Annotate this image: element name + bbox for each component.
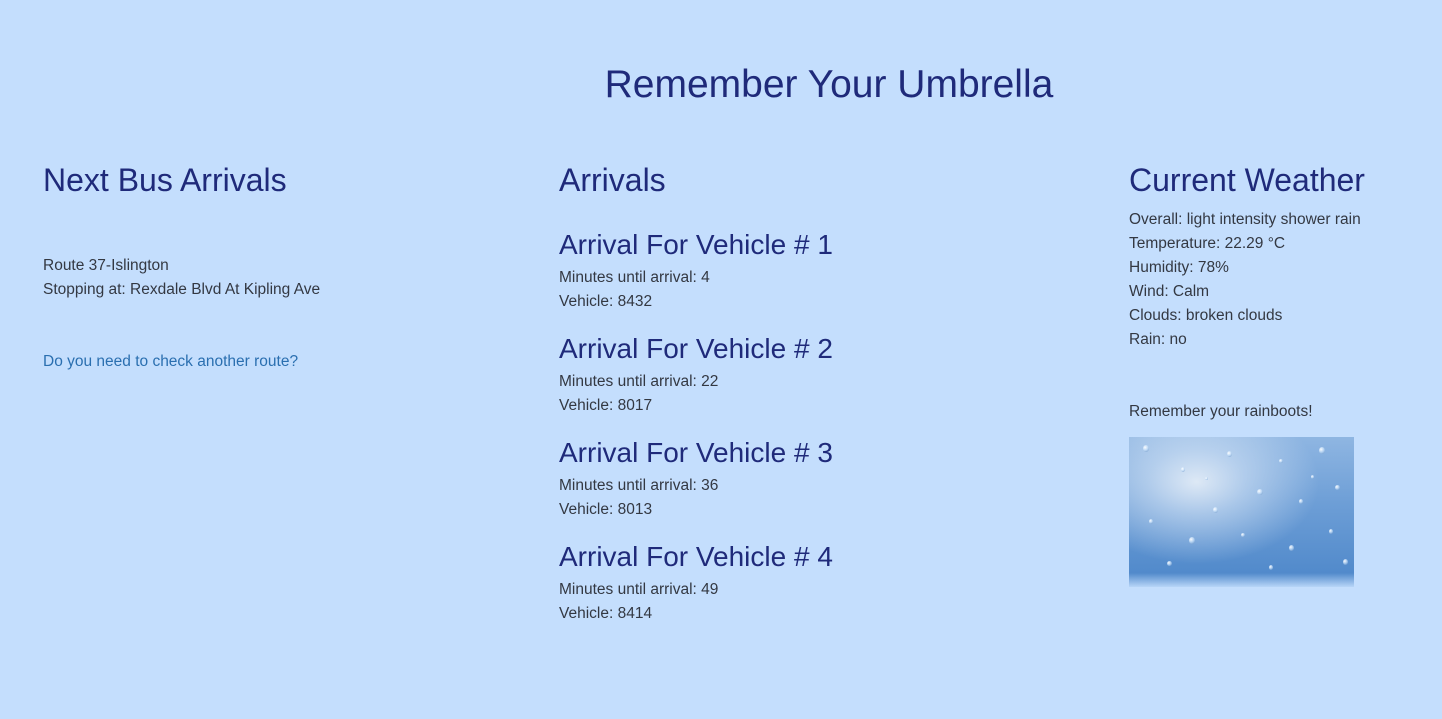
route-name: Route 37-Islington: [43, 257, 169, 274]
route-info: Route 37-Islington Stopping at: Rexdale …: [43, 254, 463, 302]
bus-panel: Next Bus Arrivals Route 37-Islington Sto…: [43, 160, 463, 374]
arrival-title: Arrival For Vehicle # 1: [559, 229, 833, 260]
raindrop: [1269, 565, 1273, 570]
raindrop: [1227, 451, 1232, 457]
arrival-minutes: Minutes until arrival: 49: [559, 581, 719, 598]
raindrop: [1167, 561, 1172, 566]
arrival-minutes: Minutes until arrival: 36: [559, 477, 719, 494]
raindrop: [1143, 445, 1149, 452]
raindrop: [1311, 475, 1314, 479]
arrival-item: Arrival For Vehicle # 3 Minutes until ar…: [559, 436, 1039, 522]
raindrops-image: [1129, 437, 1354, 587]
arrival-vehicle: Vehicle: 8017: [559, 397, 653, 414]
raindrop: [1319, 447, 1325, 454]
weather-panel: Current Weather Overall: light intensity…: [1129, 160, 1429, 587]
weather-humidity: Humidity: 78%: [1129, 259, 1229, 276]
arrivals-panel: Arrivals Arrival For Vehicle # 1 Minutes…: [559, 160, 1039, 644]
arrival-vehicle: Vehicle: 8414: [559, 605, 653, 622]
arrival-vehicle: Vehicle: 8013: [559, 501, 653, 518]
raindrop: [1149, 519, 1153, 524]
raindrop: [1299, 499, 1303, 504]
arrival-item: Arrival For Vehicle # 2 Minutes until ar…: [559, 332, 1039, 418]
weather-overall: Overall: light intensity shower rain: [1129, 211, 1361, 228]
raindrop: [1189, 537, 1195, 544]
arrivals-heading: Arrivals: [559, 162, 666, 198]
raindrop: [1205, 477, 1208, 480]
arrival-item: Arrival For Vehicle # 4 Minutes until ar…: [559, 540, 1039, 626]
arrival-item: Arrival For Vehicle # 1 Minutes until ar…: [559, 228, 1039, 314]
weather-details: Overall: light intensity shower rain Tem…: [1129, 208, 1429, 352]
page: Remember Your Umbrella Next Bus Arrivals…: [0, 0, 1442, 719]
image-fade: [1129, 573, 1354, 587]
raindrop: [1257, 489, 1263, 495]
raindrop: [1279, 459, 1283, 463]
weather-temperature: Temperature: 22.29 °C: [1129, 235, 1286, 252]
weather-clouds: Clouds: broken clouds: [1129, 307, 1283, 324]
raindrop: [1181, 467, 1185, 472]
arrival-title: Arrival For Vehicle # 3: [559, 437, 833, 468]
arrival-title: Arrival For Vehicle # 4: [559, 541, 833, 572]
raindrop: [1241, 533, 1245, 537]
raindrop: [1289, 545, 1294, 551]
raindrop: [1213, 507, 1218, 513]
bus-heading: Next Bus Arrivals: [43, 162, 287, 198]
page-title: Remember Your Umbrella: [604, 63, 1054, 106]
arrival-title: Arrival For Vehicle # 2: [559, 333, 833, 364]
arrival-minutes: Minutes until arrival: 22: [559, 373, 719, 390]
arrivals-list: Arrival For Vehicle # 1 Minutes until ar…: [559, 228, 1039, 626]
raindrop: [1329, 529, 1333, 534]
stop-name: Stopping at: Rexdale Blvd At Kipling Ave: [43, 281, 321, 298]
rainboots-reminder: Remember your rainboots!: [1129, 403, 1313, 420]
weather-wind: Wind: Calm: [1129, 283, 1210, 300]
arrival-vehicle: Vehicle: 8432: [559, 293, 653, 310]
weather-heading: Current Weather: [1129, 162, 1365, 198]
arrival-minutes: Minutes until arrival: 4: [559, 269, 710, 286]
raindrop: [1343, 559, 1348, 565]
weather-rain: Rain: no: [1129, 331, 1187, 348]
raindrop: [1335, 485, 1340, 490]
check-another-route-link[interactable]: Do you need to check another route?: [43, 350, 298, 374]
